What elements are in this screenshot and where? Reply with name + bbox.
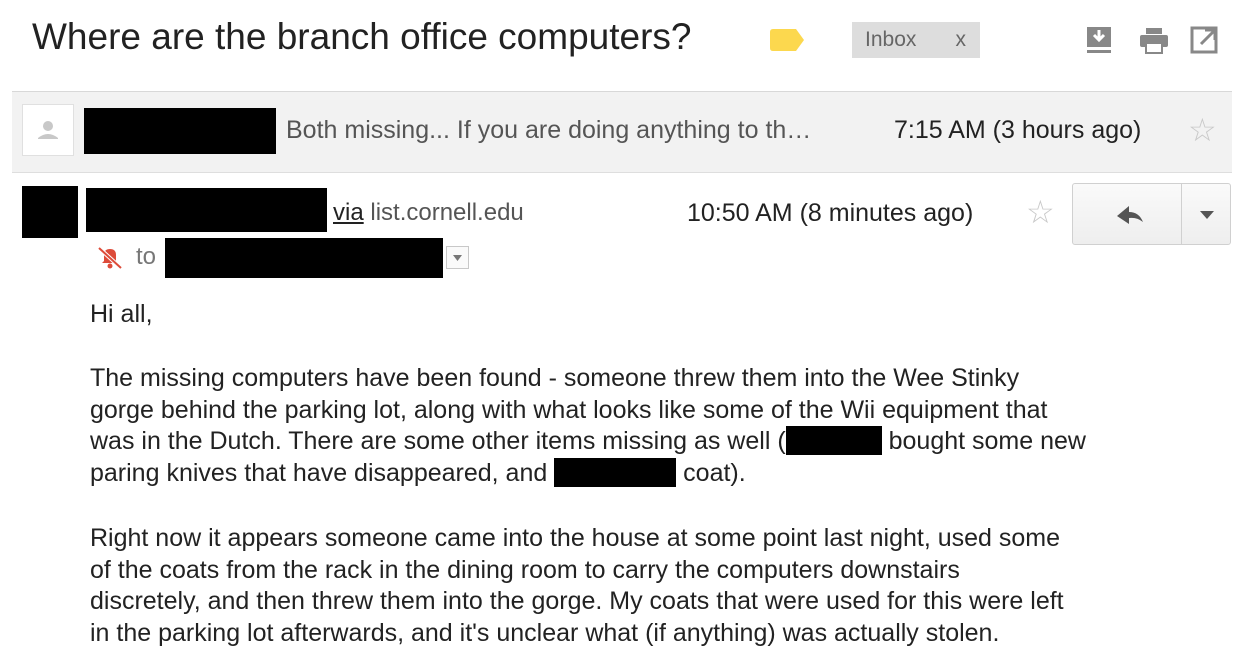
more-actions-button[interactable] [1181, 183, 1231, 245]
download-icon[interactable] [1085, 25, 1115, 55]
sender-avatar-placeholder [22, 104, 74, 156]
via-mailing-list: via list.cornell.edu [333, 199, 524, 227]
paragraph-text: paring knives that have disappeared, and [90, 458, 548, 487]
redacted-recipients [165, 238, 443, 278]
inbox-label-chip: Inbox x [852, 22, 980, 58]
message-paragraph-2: Right now it appears someone came into t… [90, 523, 1064, 649]
paragraph-line: of the coats from the rack in the dining… [90, 555, 960, 584]
inbox-label-text: Inbox [865, 28, 917, 51]
redacted-sender-name [84, 108, 276, 154]
paragraph-line: The missing computers have been found - … [90, 364, 1020, 392]
paragraph-line: discretely, and then threw them into the… [90, 587, 1064, 615]
paragraph-line: in the parking lot afterwards, and it's … [90, 618, 1000, 647]
label-tag-icon[interactable] [770, 29, 804, 51]
email-subject: Where are the branch office computers? [32, 16, 692, 57]
recipient-to-label: to [136, 243, 157, 270]
paragraph-line: was in the Dutch. There are some other i… [90, 426, 1086, 458]
message-time: 10:50 AM (8 minutes ago) [687, 199, 974, 227]
message-greeting: Hi all, [90, 300, 153, 328]
sender-avatar [22, 186, 78, 238]
redacted-name [785, 426, 882, 455]
paragraph-text: coat). [683, 458, 746, 487]
message-paragraph-1: The missing computers have been found - … [90, 363, 1086, 489]
star-icon[interactable]: ☆ [1188, 114, 1217, 146]
show-details-dropdown[interactable] [446, 246, 469, 269]
via-link[interactable]: via [333, 199, 364, 226]
redacted-sender-name [86, 188, 327, 232]
message-snippet: Both missing... If you are doing anythin… [286, 116, 812, 144]
notifications-off-icon [97, 246, 123, 270]
paragraph-text: was in the Dutch. There are some other i… [90, 427, 786, 455]
message-time: 7:15 AM (3 hours ago) [894, 116, 1142, 144]
print-icon[interactable] [1139, 25, 1169, 55]
redacted-name [554, 457, 677, 487]
paragraph-line: Right now it appears someone came into t… [90, 524, 1061, 552]
star-icon[interactable]: ☆ [1026, 196, 1055, 228]
reply-icon [1117, 206, 1143, 224]
paragraph-line: paring knives that have disappeared, and… [90, 457, 1086, 490]
via-domain: list.cornell.edu [370, 199, 524, 226]
person-icon [38, 121, 58, 139]
paragraph-line: gorge behind the parking lot, along with… [90, 395, 1048, 424]
reply-button[interactable] [1072, 183, 1182, 245]
chevron-down-icon [1200, 211, 1214, 219]
open-in-new-window-icon[interactable] [1190, 25, 1220, 55]
remove-label-button[interactable]: x [956, 28, 967, 52]
chevron-down-icon [453, 255, 462, 261]
paragraph-text: bought some new [888, 427, 1086, 455]
